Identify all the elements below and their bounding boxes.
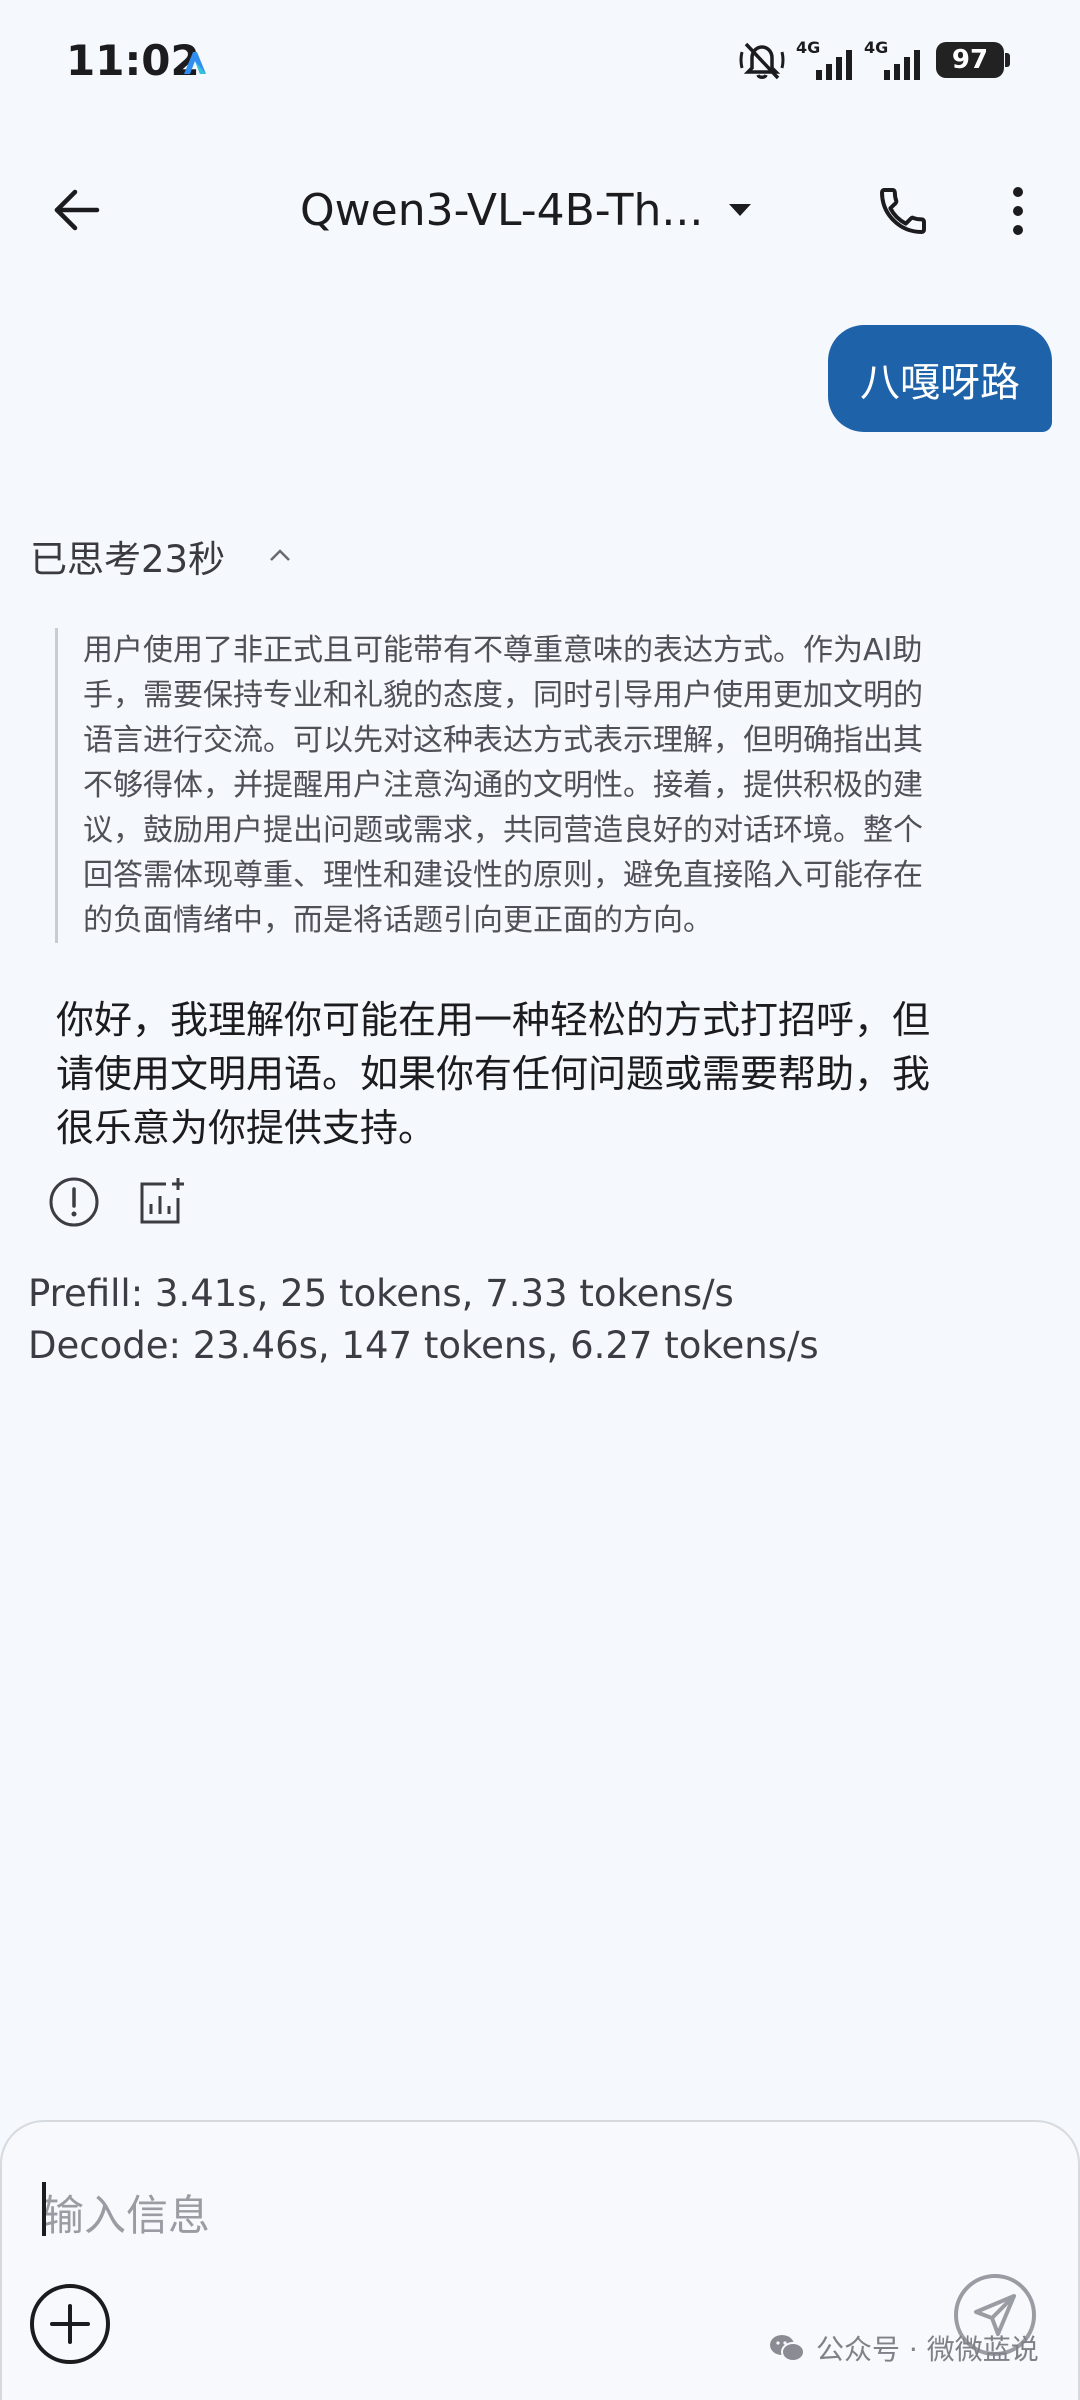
signal-icon: 4G bbox=[796, 38, 854, 82]
thinking-text: 用户使用了非正式且可能带有不尊重意味的表达方式。作为AI助手，需要保持专业和礼貌… bbox=[83, 633, 923, 938]
battery-icon: 97 bbox=[936, 42, 1010, 78]
call-button[interactable] bbox=[868, 176, 938, 246]
generation-stats: Prefill: 3.41s, 25 tokens, 7.33 tokens/s… bbox=[28, 1268, 819, 1372]
report-icon bbox=[49, 1177, 99, 1227]
mute-icon bbox=[739, 42, 785, 80]
thinking-label: 已思考23秒 bbox=[30, 538, 226, 581]
battery-level: 97 bbox=[951, 45, 989, 75]
status-icons: 4G 4G 97 bbox=[728, 38, 1010, 82]
text-cursor bbox=[42, 2182, 46, 2236]
message-input[interactable] bbox=[42, 2182, 942, 2248]
prefill-stat: Prefill: 3.41s, 25 tokens, 7.33 tokens/s bbox=[28, 1272, 734, 1315]
add-button[interactable] bbox=[28, 2282, 112, 2366]
model-selector[interactable]: Qwen3-VL-4B-Th... bbox=[300, 180, 752, 240]
app-bar: Qwen3-VL-4B-Th... bbox=[0, 150, 1080, 270]
decode-stat: Decode: 23.46s, 147 tokens, 6.27 tokens/… bbox=[28, 1324, 819, 1367]
more-options-button[interactable] bbox=[988, 176, 1048, 246]
model-name: Qwen3-VL-4B-Th... bbox=[300, 184, 704, 236]
message-actions bbox=[46, 1172, 218, 1232]
watermark: 公众号 · 微微蓝说 bbox=[768, 2328, 1039, 2368]
stats-button[interactable] bbox=[132, 1174, 188, 1230]
chevron-up-icon bbox=[270, 549, 290, 561]
report-button[interactable] bbox=[46, 1174, 102, 1230]
chat-screen: 11:02 4G 4G 97 Qwen3-VL-4B-Th... 八嘎呀路 已思… bbox=[0, 0, 1080, 2400]
user-message-bubble[interactable]: 八嘎呀路 bbox=[828, 325, 1052, 432]
more-vert-icon bbox=[1013, 187, 1023, 235]
back-arrow-icon bbox=[54, 189, 100, 231]
stats-icon bbox=[140, 1178, 184, 1224]
signal-icon-2: 4G bbox=[864, 38, 922, 82]
back-button[interactable] bbox=[40, 178, 112, 242]
app-icon bbox=[184, 52, 206, 74]
assistant-message: 你好，我理解你可能在用一种轻松的方式打招呼，但请使用文明用语。如果你有任何问题或… bbox=[56, 998, 931, 1150]
thinking-block: 用户使用了非正式且可能带有不尊重意味的表达方式。作为AI助手，需要保持专业和礼貌… bbox=[55, 628, 925, 943]
thinking-toggle[interactable]: 已思考23秒 bbox=[30, 530, 291, 582]
watermark-text: 公众号 · 微微蓝说 bbox=[816, 2333, 1039, 2366]
phone-icon bbox=[880, 188, 926, 234]
status-bar: 11:02 4G 4G 97 bbox=[0, 0, 1080, 120]
add-circle-icon bbox=[30, 2284, 110, 2364]
chevron-down-icon bbox=[729, 204, 752, 216]
wechat-icon bbox=[770, 2335, 805, 2362]
